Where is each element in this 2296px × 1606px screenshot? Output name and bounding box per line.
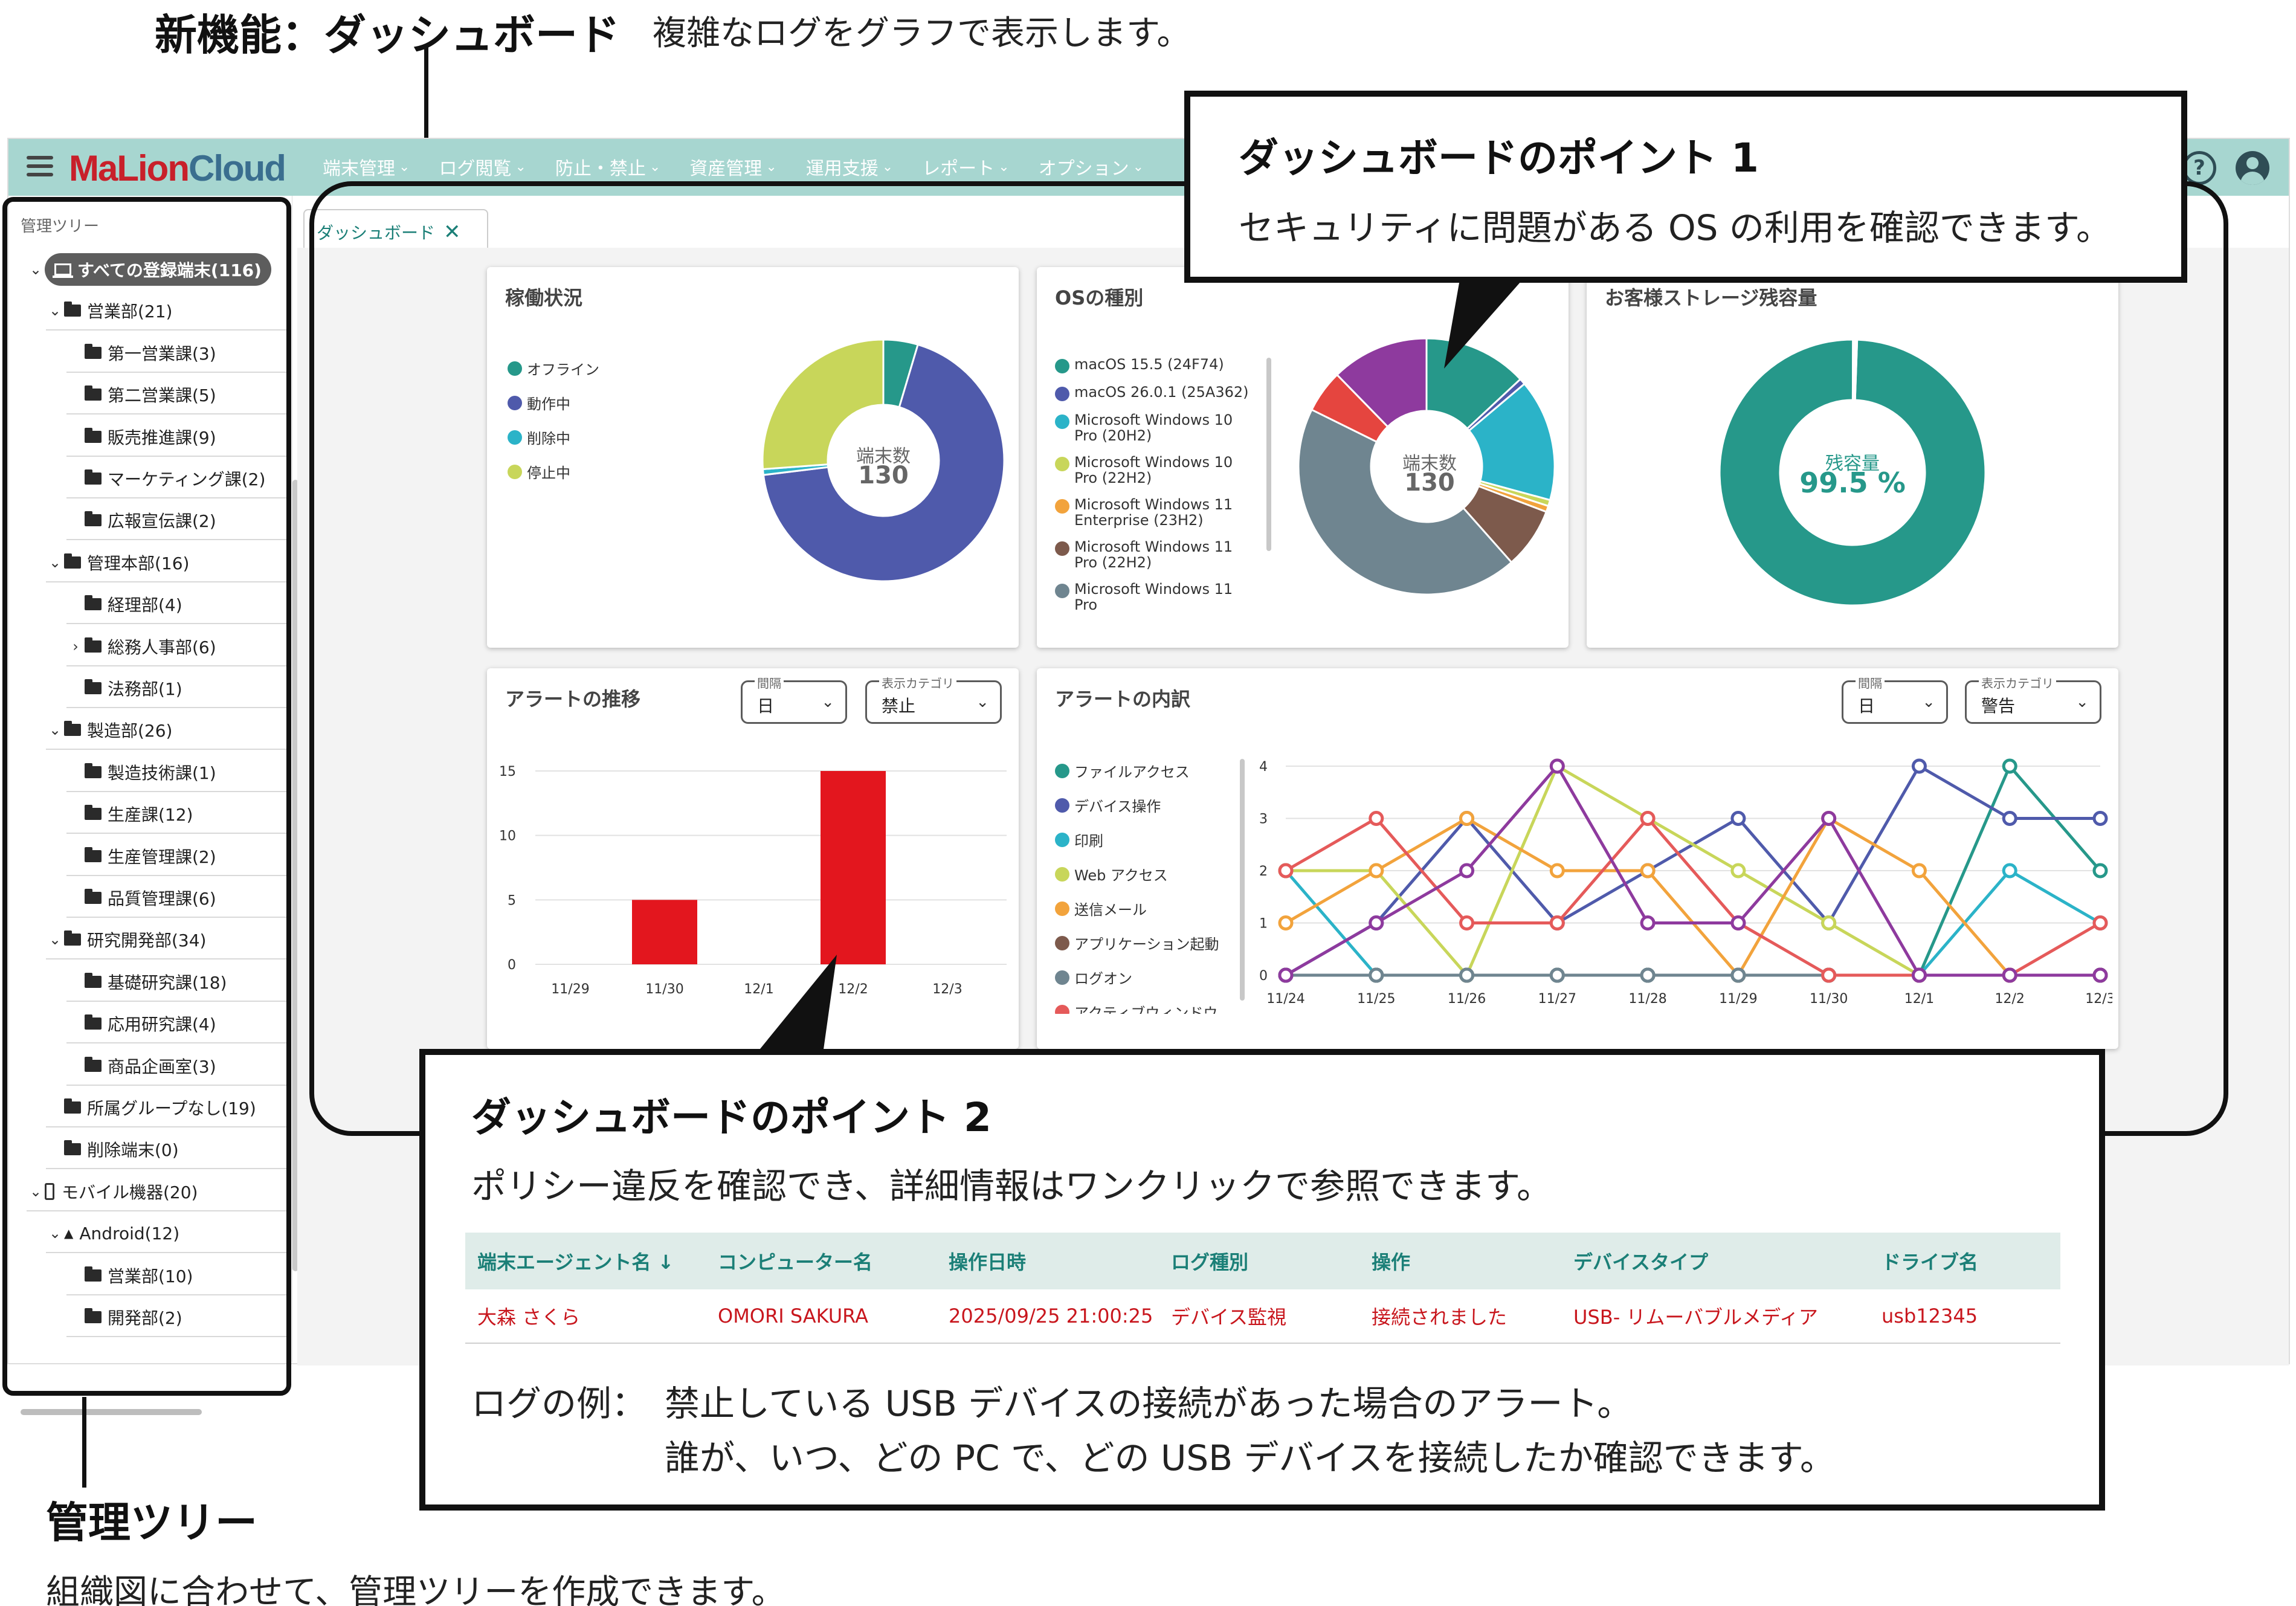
menu-device-management[interactable]: 端末管理 ⌄ bbox=[323, 153, 410, 180]
callout-text: セキュリティに問題がある OS の利用を確認できます。 bbox=[1239, 207, 2112, 248]
menu-icon[interactable] bbox=[27, 156, 53, 180]
menu-prevention[interactable]: 防止・禁止 ⌄ bbox=[555, 153, 660, 180]
tree-annotation-text: 組織図に合わせて、管理ツリーを作成できます。 bbox=[46, 1573, 785, 1606]
cell-drive: usb12345 bbox=[1882, 1304, 1978, 1327]
col-datetime[interactable]: 操作日時 bbox=[949, 1247, 1026, 1275]
feature-title: 新機能：ダッシュボード bbox=[155, 10, 620, 60]
cell-operation: 接続されました bbox=[1372, 1306, 1508, 1329]
sidebar-hscrollbar[interactable] bbox=[21, 1409, 202, 1415]
tree-highlight-frame bbox=[2, 197, 291, 1396]
tree-annotation-title: 管理ツリー bbox=[46, 1498, 257, 1547]
dashboard-highlight-frame bbox=[309, 181, 2228, 1136]
col-operation[interactable]: 操作 bbox=[1372, 1247, 1410, 1275]
table-header: 端末エージェント名 ↓ コンピューター名 操作日時 ログ種別 操作 デバイスタイ… bbox=[465, 1233, 2060, 1289]
col-computer[interactable]: コンピューター名 bbox=[718, 1247, 872, 1275]
feature-subtitle: 複雑なログをグラフで表示します。 bbox=[653, 14, 1191, 53]
callout-title: ダッシュボードのポイント 1 bbox=[1239, 135, 1759, 181]
example-line-1: 禁止している USB デバイスの接続があった場合のアラート。 bbox=[665, 1383, 1633, 1424]
account-icon[interactable] bbox=[2236, 151, 2269, 185]
log-table: 端末エージェント名 ↓ コンピューター名 操作日時 ログ種別 操作 デバイスタイ… bbox=[465, 1233, 2060, 1345]
main-menu: 端末管理 ⌄ ログ閲覧 ⌄ 防止・禁止 ⌄ 資産管理 ⌄ 運用支援 ⌄ レポート ⌄ オプシ… bbox=[323, 153, 1173, 180]
col-log-type[interactable]: ログ種別 bbox=[1171, 1247, 1248, 1275]
annotated-screenshot: { "annotation_top": { "title": "新機能：ダッシュ… bbox=[0, 0, 2296, 1606]
menu-option[interactable]: オプション ⌄ bbox=[1039, 153, 1144, 180]
cell-device-type: USB- リムーバブルメディア bbox=[1573, 1306, 1818, 1329]
col-device-type[interactable]: デバイスタイプ bbox=[1573, 1247, 1708, 1275]
col-agent[interactable]: 端末エージェント名 ↓ bbox=[477, 1247, 674, 1275]
callout-text: ポリシー違反を確認でき、詳細情報はワンクリックで参照できます。 bbox=[471, 1166, 1552, 1207]
cell-agent: 大森 さくら bbox=[477, 1306, 581, 1329]
menu-report[interactable]: レポート ⌄ bbox=[922, 153, 1009, 180]
cell-log-type: デバイス監視 bbox=[1171, 1306, 1287, 1329]
col-drive[interactable]: ドライブ名 bbox=[1882, 1247, 1978, 1275]
menu-asset-management[interactable]: 資産管理 ⌄ bbox=[689, 153, 776, 180]
pointer-line bbox=[82, 1397, 86, 1488]
menu-log-view[interactable]: ログ閲覧 ⌄ bbox=[439, 153, 526, 180]
example-label: ログの例： bbox=[471, 1383, 647, 1424]
cell-computer: OMORI SAKURA bbox=[718, 1304, 868, 1327]
callout-point-1: ダッシュボードのポイント 1 セキュリティに問題がある OS の利用を確認できま… bbox=[1184, 91, 2187, 283]
menu-operation-support[interactable]: 運用支援 ⌄ bbox=[806, 153, 893, 180]
table-row[interactable]: 大森 さくら OMORI SAKURA 2025/09/25 21:00:25 … bbox=[465, 1289, 2060, 1344]
callout-pointer bbox=[749, 955, 837, 1062]
help-icon[interactable]: ? bbox=[2182, 151, 2216, 185]
cell-datetime: 2025/09/25 21:00:25 bbox=[949, 1304, 1153, 1327]
example-line-2: 誰が、いつ、どの PC で、どの USB デバイスを接続したか確認できます。 bbox=[665, 1437, 1835, 1479]
logo: MaLionCloud bbox=[69, 148, 286, 189]
callout-title: ダッシュボードのポイント 2 bbox=[471, 1094, 992, 1141]
